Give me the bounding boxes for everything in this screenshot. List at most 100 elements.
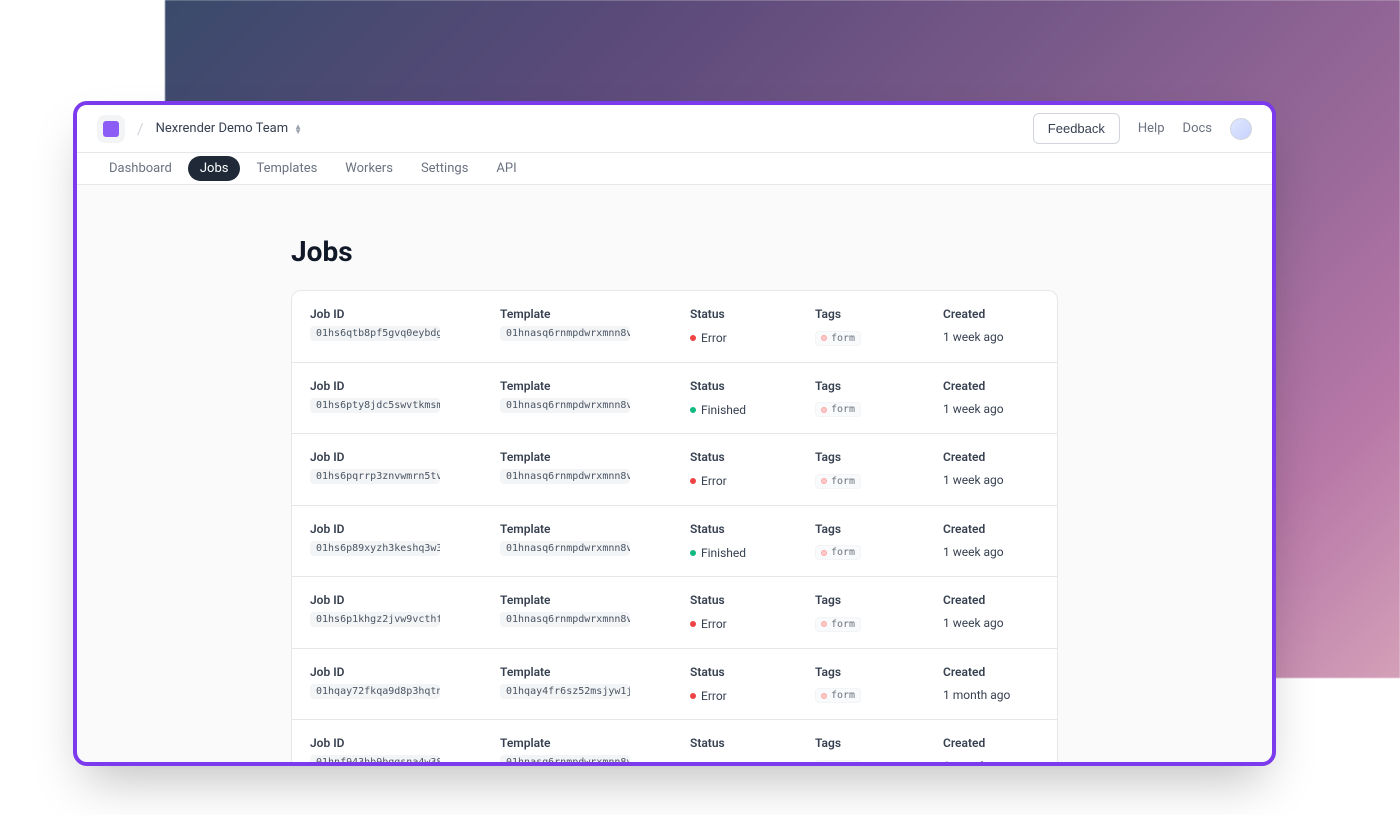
jobs-panel: Job ID 01hs6qtb8pf5gvq0eybdga5jcv Template… xyxy=(291,290,1058,762)
tag-circle-icon xyxy=(821,478,827,484)
status-dot-icon xyxy=(690,335,696,341)
tag-pill: form xyxy=(815,474,861,489)
tag-pill: form xyxy=(815,331,861,346)
created-label: Created xyxy=(943,736,1058,750)
template-label: Template xyxy=(500,450,690,464)
jobid-label: Job ID xyxy=(310,522,500,536)
nav-item-dashboard[interactable]: Dashboard xyxy=(97,156,184,181)
created-label: Created xyxy=(943,379,1058,393)
status-value: Error xyxy=(690,474,727,488)
chevron-updown-icon: ▲▼ xyxy=(294,124,302,134)
job-row[interactable]: Job ID 01hs6qtb8pf5gvq0eybdga5jcv Template… xyxy=(292,291,1057,363)
created-value: 1 week ago xyxy=(943,330,1004,344)
nav-item-settings[interactable]: Settings xyxy=(409,156,480,181)
template-value: 01hnasq6rnmpdwrxmnn8v1k0zn xyxy=(500,755,630,762)
created-value: 1 week ago xyxy=(943,473,1004,487)
status-dot-icon xyxy=(690,407,696,413)
template-label: Template xyxy=(500,379,690,393)
created-label: Created xyxy=(943,522,1058,536)
jobid-value: 01hs6pqrrp3znvwmrn5tv4sm69 xyxy=(310,469,440,484)
template-label: Template xyxy=(500,593,690,607)
tags-label: Tags xyxy=(815,736,943,750)
jobid-label: Job ID xyxy=(310,307,500,321)
job-row[interactable]: Job ID01hs6p1khgz2jvw9vcthfz8h4bTemplate… xyxy=(292,577,1057,649)
tag-circle-icon xyxy=(821,693,827,699)
tag-circle-icon xyxy=(821,621,827,627)
jobid-value: 01hs6qtb8pf5gvq0eybdga5jcv xyxy=(310,326,440,341)
docs-link[interactable]: Docs xyxy=(1183,121,1212,136)
created-label: Created xyxy=(943,307,1058,321)
content: Jobs Job ID 01hs6qtb8pf5gvq0eybdga5jcv Tem… xyxy=(77,185,1272,762)
feedback-button[interactable]: Feedback xyxy=(1033,113,1120,144)
created-label: Created xyxy=(943,665,1058,679)
nav-item-workers[interactable]: Workers xyxy=(333,156,405,181)
nav-item-jobs[interactable]: Jobs xyxy=(188,156,241,181)
tags-label: Tags xyxy=(815,665,943,679)
status-value: Finished xyxy=(690,546,746,560)
app-logo[interactable] xyxy=(97,115,125,143)
jobid-value: 01hs6p89xyzh3keshq3w3an846 xyxy=(310,541,440,556)
tag-pill: form xyxy=(815,688,861,703)
template-label: Template xyxy=(500,307,690,321)
job-row[interactable]: Job ID 01hs6pqrrp3znvwmrn5tv4sm69 Template… xyxy=(292,434,1057,506)
app-window: / Nexrender Demo Team ▲▼ Feedback Help D… xyxy=(73,101,1276,766)
template-value: 01hnasq6rnmpdwrxmnn8v1k0zn xyxy=(500,398,630,413)
jobid-label: Job ID xyxy=(310,736,500,750)
jobid-label: Job ID xyxy=(310,665,500,679)
status-label: Status xyxy=(690,736,815,750)
jobid-value: 01hnf943hb9bggsna4w38vn5sr xyxy=(310,755,440,762)
template-value: 01hqay4fr6sz52msjyw1j6eewp xyxy=(500,684,630,699)
status-label: Status xyxy=(690,307,815,321)
template-label: Template xyxy=(500,736,690,750)
avatar[interactable] xyxy=(1230,118,1252,140)
breadcrumb-separator: / xyxy=(137,119,144,138)
tag-circle-icon xyxy=(821,407,827,413)
template-value: 01hnasq6rnmpdwrxmnn8v1k0zn xyxy=(500,469,630,484)
created-value: 1 month ago xyxy=(943,759,1010,762)
tags-label: Tags xyxy=(815,379,943,393)
status-dot-icon xyxy=(690,550,696,556)
nav-item-templates[interactable]: Templates xyxy=(244,156,329,181)
tag-pill: form xyxy=(815,402,861,417)
team-selector[interactable]: Nexrender Demo Team ▲▼ xyxy=(156,121,302,136)
status-label: Status xyxy=(690,450,815,464)
status-value: Error xyxy=(690,331,727,345)
template-label: Template xyxy=(500,522,690,536)
team-name: Nexrender Demo Team xyxy=(156,121,289,136)
template-value: 01hnasq6rnmpdwrxmnn8v1k0zn xyxy=(500,541,630,556)
status-label: Status xyxy=(690,593,815,607)
jobid-label: Job ID xyxy=(310,450,500,464)
jobid-value: 01hs6pty8jdc5swvtkmsmwm6hx xyxy=(310,398,440,413)
help-link[interactable]: Help xyxy=(1138,121,1165,136)
tags-label: Tags xyxy=(815,307,943,321)
created-label: Created xyxy=(943,450,1058,464)
status-value: Error xyxy=(690,617,727,631)
job-row[interactable]: Job ID 01hs6pty8jdc5swvtkmsmwm6hx Template… xyxy=(292,363,1057,435)
job-row[interactable]: Job ID 01hs6p89xyzh3keshq3w3an846 Template… xyxy=(292,506,1057,578)
tags-label: Tags xyxy=(815,450,943,464)
created-value: 1 week ago xyxy=(943,616,1004,630)
tag-circle-icon xyxy=(821,550,827,556)
job-row[interactable]: Job ID01hqay72fkqa9d8p3hqtnk9jxeTemplate… xyxy=(292,649,1057,721)
job-row[interactable]: Job ID 01hnf943hb9bggsna4w38vn5sr Template… xyxy=(292,720,1057,762)
status-value: Error xyxy=(690,689,727,703)
status-label: Status xyxy=(690,665,815,679)
template-value: 01hnasq6rnmpdwrxmnn8v1k0zn xyxy=(500,326,630,341)
tag-pill: form xyxy=(815,617,861,632)
created-label: Created xyxy=(943,593,1058,607)
status-dot-icon xyxy=(690,478,696,484)
template-value: 01hnasq6rnmpdwrxmnn8v1k0zn xyxy=(500,612,630,627)
app-logo-icon xyxy=(103,121,119,137)
topbar-left: / Nexrender Demo Team ▲▼ xyxy=(97,115,302,143)
tag-pill: form xyxy=(815,545,861,560)
created-value: 1 week ago xyxy=(943,402,1004,416)
status-value: Finished xyxy=(690,760,746,762)
status-value: Finished xyxy=(690,403,746,417)
tag-pill: form xyxy=(815,760,861,763)
tags-label: Tags xyxy=(815,593,943,607)
jobid-label: Job ID xyxy=(310,379,500,393)
jobid-value: 01hqay72fkqa9d8p3hqtnk9jxe xyxy=(310,684,440,699)
nav-item-api[interactable]: API xyxy=(484,156,528,181)
topbar-right: Feedback Help Docs xyxy=(1033,113,1252,144)
page-title: Jobs xyxy=(77,235,1272,268)
